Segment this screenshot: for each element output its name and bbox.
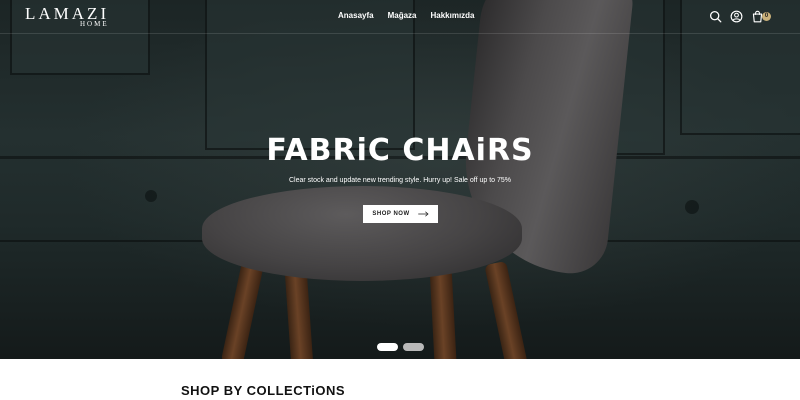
user-icon[interactable] xyxy=(730,10,743,23)
main-nav: Anasayfa Mağaza Hakkımızda xyxy=(338,11,475,20)
logo-subtitle: HOME xyxy=(80,20,109,28)
slider-dot-1[interactable] xyxy=(377,343,398,351)
wall-hole xyxy=(145,190,157,202)
site-header: LAMAZI HOME Anasayfa Mağaza Hakkımızda 0 xyxy=(0,0,800,34)
chair-seat xyxy=(202,186,522,281)
site-logo[interactable]: LAMAZI HOME xyxy=(25,5,109,28)
cart-button[interactable]: 0 xyxy=(751,10,771,23)
nav-item-shop[interactable]: Mağaza xyxy=(388,11,417,20)
slider-dot-2[interactable] xyxy=(403,343,424,351)
shop-now-label: SHOP NOW xyxy=(372,211,410,217)
hero-banner: LAMAZI HOME Anasayfa Mağaza Hakkımızda 0… xyxy=(0,0,800,359)
wall-hole xyxy=(685,200,699,214)
chair-leg xyxy=(284,267,314,359)
nav-item-about[interactable]: Hakkımızda xyxy=(430,11,474,20)
slider-pagination xyxy=(377,343,424,351)
hero-title: FABRiC CHAiRS xyxy=(266,133,534,168)
nav-item-home[interactable]: Anasayfa xyxy=(338,11,374,20)
cart-count-badge: 0 xyxy=(762,12,771,21)
search-icon[interactable] xyxy=(709,10,722,23)
arrow-right-icon xyxy=(417,211,429,217)
header-actions: 0 xyxy=(709,10,771,23)
section-title-collections: SHOP BY COLLECTiONS xyxy=(181,383,346,398)
shop-now-button[interactable]: SHOP NOW xyxy=(363,205,438,223)
chair-leg xyxy=(484,260,528,359)
hero-subtitle: Clear stock and update new trending styl… xyxy=(288,177,512,184)
